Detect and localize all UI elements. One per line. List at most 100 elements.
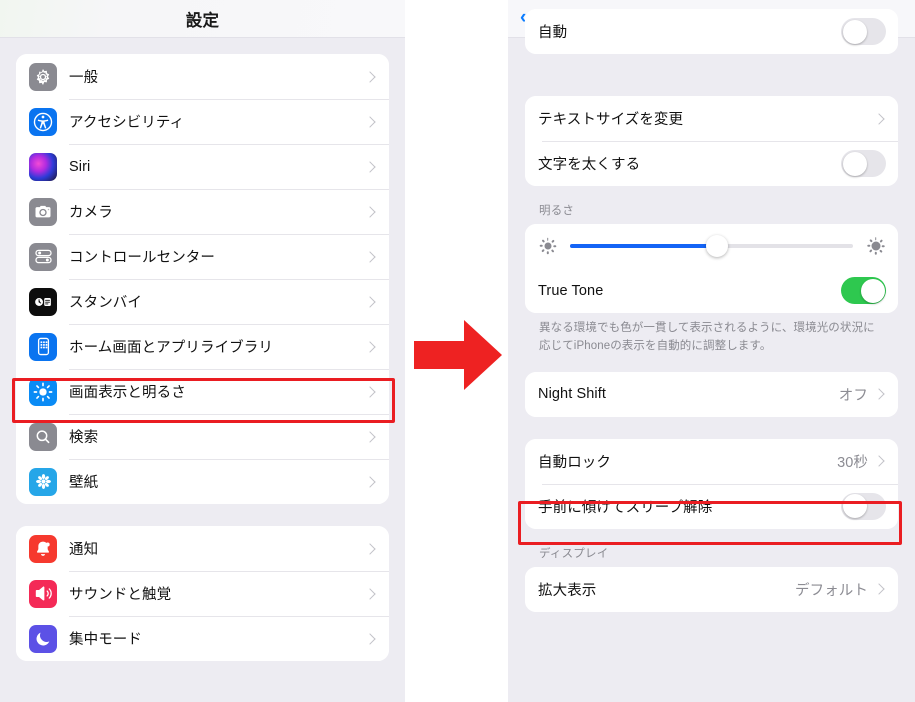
standby-icon <box>29 287 57 316</box>
sidebar-item-wallpaper[interactable]: 壁紙 <box>16 459 389 504</box>
sidebar-item-siri[interactable]: Siri <box>16 144 389 189</box>
search-icon <box>29 422 57 451</box>
night-shift-value: オフ <box>838 387 868 404</box>
sidebar-item-camera[interactable]: カメラ <box>16 189 389 234</box>
sound-haptics-icon <box>29 579 57 608</box>
night-shift-group: Night Shift オフ <box>525 371 898 417</box>
chevron-right-icon <box>873 455 885 467</box>
bold-text-row[interactable]: 文字を太くする <box>525 141 898 186</box>
auto-appearance-toggle[interactable] <box>841 18 886 45</box>
chevron-right-icon <box>364 205 376 218</box>
chevron-right-icon <box>364 632 376 645</box>
brightness-slider-row[interactable] <box>525 224 898 268</box>
sidebar-item-label: 集中モード <box>69 632 142 648</box>
sidebar-item-sounds-haptics[interactable]: サウンドと触覚 <box>16 571 389 616</box>
focus-mode-icon <box>29 624 57 653</box>
group-separator <box>0 504 405 526</box>
chevron-right-icon <box>873 583 885 595</box>
red-right-arrow-icon <box>414 320 502 390</box>
auto-lock-value: 30秒 <box>837 454 868 471</box>
toggle-knob <box>842 19 867 44</box>
chevron-right-icon <box>364 385 376 398</box>
notifications-icon <box>29 534 57 563</box>
night-shift-label: Night Shift <box>538 386 606 403</box>
auto-lock-group: 自動ロック 30秒 手前に傾けてスリープ解除 <box>525 438 898 529</box>
home-screen-icon <box>29 332 57 361</box>
left-navbar: 設定 <box>0 0 405 38</box>
sidebar-item-label: 通知 <box>69 542 99 558</box>
toggle-knob <box>842 494 867 519</box>
sidebar-item-label: 壁紙 <box>69 475 99 491</box>
left-scroll-area[interactable]: 一般 アクセシビリティ Siri カメラ コントロールセンター スタンバイ ホー… <box>0 38 405 702</box>
sidebar-item-standby[interactable]: スタンバイ <box>16 279 389 324</box>
display-section-header: ディスプレイ <box>539 547 609 560</box>
true-tone-footnote: 異なる環境でも色が一貫して表示されるように、環境光の状況に応じてiPhoneの表… <box>539 322 875 352</box>
display-zoom-value: デフォルト <box>795 582 868 599</box>
sidebar-item-display-brightness[interactable]: 画面表示と明るさ <box>16 369 389 414</box>
brightness-group: True Tone <box>525 224 898 313</box>
chevron-right-icon <box>364 430 376 443</box>
sidebar-item-label: Siri <box>69 158 91 175</box>
chevron-right-icon <box>364 475 376 488</box>
raise-to-wake-row[interactable]: 手前に傾けてスリープ解除 <box>525 483 898 529</box>
chevron-right-icon <box>364 250 376 263</box>
settings-group-2: 通知 サウンドと触覚 集中モード <box>16 526 389 661</box>
wallpaper-icon <box>29 467 57 496</box>
settings-list-screen: 設定 一般 アクセシビリティ Siri カメラ コントロールセンター スタンバイ… <box>0 0 405 702</box>
brightness-knob[interactable] <box>706 235 729 257</box>
sidebar-item-label: サウンドと触覚 <box>69 587 172 603</box>
raise-to-wake-label: 手前に傾けてスリープ解除 <box>538 499 713 516</box>
change-text-size-label: テキストサイズを変更 <box>538 112 684 128</box>
sidebar-item-accessibility[interactable]: アクセシビリティ <box>16 99 389 144</box>
group-separator <box>508 356 915 372</box>
display-brightness-screen: ‹ 設定 画面表示と明るさ 自動 テキストサイズを変更 <box>508 0 915 702</box>
brightness-fill <box>570 244 718 248</box>
brightness-section-header: 明るさ <box>539 205 575 217</box>
brightness-track[interactable] <box>570 235 853 257</box>
text-group: テキストサイズを変更 文字を太くする <box>525 96 898 186</box>
sidebar-item-label: スタンバイ <box>69 295 142 311</box>
raise-to-wake-toggle[interactable] <box>841 492 886 520</box>
night-shift-row[interactable]: Night Shift オフ <box>525 371 898 417</box>
auto-appearance-label: 自動 <box>538 25 568 41</box>
group-separator <box>508 54 915 96</box>
true-tone-label: True Tone <box>538 282 604 299</box>
appearance-group-clipped: 自動 <box>525 9 898 54</box>
chevron-right-icon <box>364 295 376 308</box>
display-zoom-row[interactable]: 拡大表示 デフォルト <box>525 566 898 612</box>
sidebar-item-search[interactable]: 検索 <box>16 414 389 459</box>
true-tone-row[interactable]: True Tone <box>525 268 898 313</box>
accessibility-icon <box>29 107 57 136</box>
chevron-right-icon <box>364 542 376 555</box>
sidebar-item-control-center[interactable]: コントロールセンター <box>16 234 389 279</box>
control-center-icon <box>29 242 57 271</box>
display-brightness-icon <box>29 377 57 406</box>
chevron-right-icon <box>364 70 376 83</box>
sidebar-item-label: 検索 <box>69 430 99 446</box>
auto-appearance-row[interactable]: 自動 <box>525 9 898 54</box>
chevron-right-icon <box>873 112 885 125</box>
sidebar-item-home-screen[interactable]: ホーム画面とアプリライブラリ <box>16 324 389 369</box>
camera-icon <box>29 197 57 226</box>
change-text-size-row[interactable]: テキストサイズを変更 <box>525 96 898 141</box>
toggle-knob <box>842 151 867 176</box>
sidebar-item-general[interactable]: 一般 <box>16 54 389 99</box>
auto-lock-row[interactable]: 自動ロック 30秒 <box>525 438 898 484</box>
siri-icon <box>29 152 57 181</box>
sidebar-item-focus-mode[interactable]: 集中モード <box>16 616 389 661</box>
chevron-right-icon <box>364 160 376 173</box>
sidebar-item-label: カメラ <box>69 205 113 221</box>
gear-icon <box>29 62 57 91</box>
settings-group-1: 一般 アクセシビリティ Siri カメラ コントロールセンター スタンバイ ホー… <box>16 54 389 504</box>
auto-lock-label: 自動ロック <box>538 454 611 471</box>
sidebar-item-label: 画面表示と明るさ <box>69 385 186 401</box>
left-nav-title: 設定 <box>185 11 220 30</box>
sidebar-item-notifications[interactable]: 通知 <box>16 526 389 571</box>
bold-text-toggle[interactable] <box>841 150 886 177</box>
toggle-knob <box>860 278 885 303</box>
chevron-right-icon <box>364 340 376 353</box>
chevron-right-icon <box>873 388 885 400</box>
right-scroll-area[interactable]: 自動 テキストサイズを変更 文字を太くする 明るさ True Tone 異なる環… <box>508 9 915 673</box>
true-tone-toggle[interactable] <box>841 277 886 304</box>
group-separator <box>508 417 915 439</box>
